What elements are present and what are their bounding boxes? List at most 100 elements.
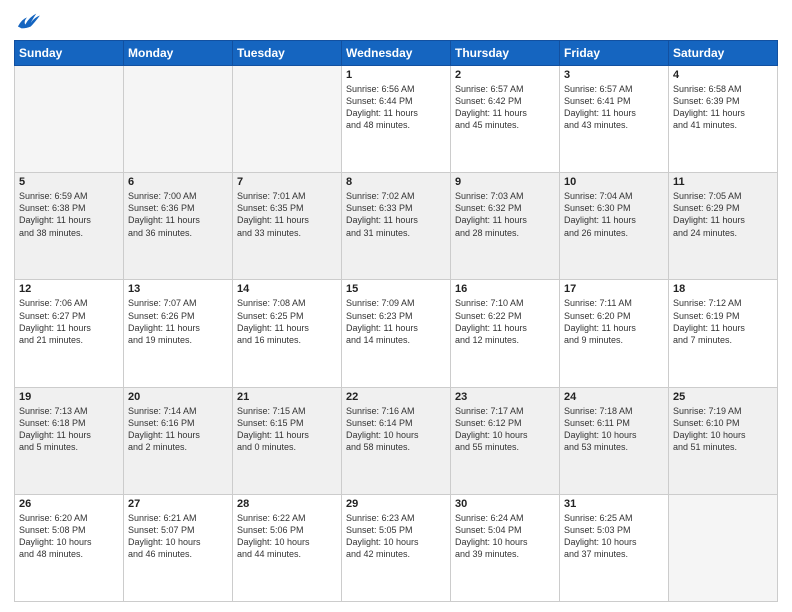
calendar-day-cell <box>669 494 778 601</box>
calendar-day-cell: 30Sunrise: 6:24 AMSunset: 5:04 PMDayligh… <box>451 494 560 601</box>
calendar-day-cell: 26Sunrise: 6:20 AMSunset: 5:08 PMDayligh… <box>15 494 124 601</box>
day-number: 19 <box>19 391 119 403</box>
day-number: 22 <box>346 391 446 403</box>
calendar-day-cell: 5 Sunrise: 6:59 AMSunset: 6:38 PMDaylight… <box>15 173 124 280</box>
calendar-day-cell: 3Sunrise: 6:57 AMSunset: 6:41 PMDaylight… <box>560 66 669 173</box>
day-info: Sunrise: 6:56 AMSunset: 6:44 PMDaylight:… <box>346 83 446 132</box>
calendar-day-cell: 4Sunrise: 6:58 AMSunset: 6:39 PMDaylight… <box>669 66 778 173</box>
calendar-day-cell: 17 Sunrise: 7:11 AMSunset: 6:20 PMDayligh… <box>560 280 669 387</box>
day-number: 9 <box>455 176 555 188</box>
calendar-header-row: SundayMondayTuesdayWednesdayThursdayFrid… <box>15 41 778 66</box>
day-number: 21 <box>237 391 337 403</box>
calendar-day-cell: 15Sunrise: 7:09 AMSunset: 6:23 PMDayligh… <box>342 280 451 387</box>
day-info: Sunrise: 6:23 AMSunset: 5:05 PMDaylight:… <box>346 512 446 561</box>
calendar-day-cell: 6 Sunrise: 7:00 AMSunset: 6:36 PMDaylight… <box>124 173 233 280</box>
calendar-day-header: Saturday <box>669 41 778 66</box>
day-info: Sunrise: 7:01 AMSunset: 6:35 PMDaylight:… <box>237 190 337 239</box>
day-info: Sunrise: 7:03 AMSunset: 6:32 PMDaylight:… <box>455 190 555 239</box>
calendar-day-cell: 22 Sunrise: 7:16 AMSunset: 6:14 PMDayligh… <box>342 387 451 494</box>
logo <box>14 10 46 32</box>
calendar-week-row: 5 Sunrise: 6:59 AMSunset: 6:38 PMDaylight… <box>15 173 778 280</box>
day-number: 11 <box>673 176 773 188</box>
day-info: Sunrise: 7:12 AMSunset: 6:19 PMDaylight:… <box>673 297 773 346</box>
day-info: Sunrise: 7:14 AMSunset: 6:16 PMDaylight:… <box>128 405 228 454</box>
calendar-week-row: 19 Sunrise: 7:13 AMSunset: 6:18 PMDayligh… <box>15 387 778 494</box>
day-info: Sunrise: 7:09 AMSunset: 6:23 PMDaylight:… <box>346 297 446 346</box>
calendar-day-cell: 14 Sunrise: 7:08 AMSunset: 6:25 PMDayligh… <box>233 280 342 387</box>
day-number: 18 <box>673 283 773 295</box>
calendar-day-cell: 28 Sunrise: 6:22 AMSunset: 5:06 PMDayligh… <box>233 494 342 601</box>
calendar-day-cell: 12 Sunrise: 7:06 AMSunset: 6:27 PMDayligh… <box>15 280 124 387</box>
calendar-day-cell: 20 Sunrise: 7:14 AMSunset: 6:16 PMDayligh… <box>124 387 233 494</box>
calendar-day-cell: 2 Sunrise: 6:57 AMSunset: 6:42 PMDaylight… <box>451 66 560 173</box>
day-number: 10 <box>564 176 664 188</box>
day-info: Sunrise: 7:15 AMSunset: 6:15 PMDaylight:… <box>237 405 337 454</box>
day-info: Sunrise: 7:18 AMSunset: 6:11 PMDaylight:… <box>564 405 664 454</box>
day-number: 26 <box>19 498 119 510</box>
day-info: Sunrise: 7:11 AMSunset: 6:20 PMDaylight:… <box>564 297 664 346</box>
day-info: Sunrise: 6:57 AMSunset: 6:42 PMDaylight:… <box>455 83 555 132</box>
day-number: 31 <box>564 498 664 510</box>
calendar-day-cell: 11 Sunrise: 7:05 AMSunset: 6:29 PMDayligh… <box>669 173 778 280</box>
day-number: 30 <box>455 498 555 510</box>
calendar-day-header: Thursday <box>451 41 560 66</box>
day-number: 6 <box>128 176 228 188</box>
calendar-day-cell: 16Sunrise: 7:10 AMSunset: 6:22 PMDayligh… <box>451 280 560 387</box>
day-info: Sunrise: 7:19 AMSunset: 6:10 PMDaylight:… <box>673 405 773 454</box>
day-info: Sunrise: 7:08 AMSunset: 6:25 PMDaylight:… <box>237 297 337 346</box>
calendar-day-header: Tuesday <box>233 41 342 66</box>
day-number: 27 <box>128 498 228 510</box>
calendar-day-cell <box>233 66 342 173</box>
day-info: Sunrise: 6:22 AMSunset: 5:06 PMDaylight:… <box>237 512 337 561</box>
day-number: 14 <box>237 283 337 295</box>
day-info: Sunrise: 7:07 AMSunset: 6:26 PMDaylight:… <box>128 297 228 346</box>
page: SundayMondayTuesdayWednesdayThursdayFrid… <box>0 0 792 612</box>
day-info: Sunrise: 7:10 AMSunset: 6:22 PMDaylight:… <box>455 297 555 346</box>
calendar-day-cell: 7Sunrise: 7:01 AMSunset: 6:35 PMDaylight… <box>233 173 342 280</box>
calendar-day-header: Wednesday <box>342 41 451 66</box>
calendar-day-header: Sunday <box>15 41 124 66</box>
day-number: 29 <box>346 498 446 510</box>
calendar-day-cell: 19 Sunrise: 7:13 AMSunset: 6:18 PMDayligh… <box>15 387 124 494</box>
calendar-week-row: 1Sunrise: 6:56 AMSunset: 6:44 PMDaylight… <box>15 66 778 173</box>
day-info: Sunrise: 7:17 AMSunset: 6:12 PMDaylight:… <box>455 405 555 454</box>
day-info: Sunrise: 6:59 AMSunset: 6:38 PMDaylight:… <box>19 190 119 239</box>
calendar-day-cell: 1Sunrise: 6:56 AMSunset: 6:44 PMDaylight… <box>342 66 451 173</box>
day-info: Sunrise: 7:13 AMSunset: 6:18 PMDaylight:… <box>19 405 119 454</box>
day-info: Sunrise: 6:21 AMSunset: 5:07 PMDaylight:… <box>128 512 228 561</box>
calendar-day-cell: 31 Sunrise: 6:25 AMSunset: 5:03 PMDayligh… <box>560 494 669 601</box>
calendar-day-cell <box>15 66 124 173</box>
day-info: Sunrise: 7:16 AMSunset: 6:14 PMDaylight:… <box>346 405 446 454</box>
day-number: 23 <box>455 391 555 403</box>
day-info: Sunrise: 7:00 AMSunset: 6:36 PMDaylight:… <box>128 190 228 239</box>
calendar-week-row: 26Sunrise: 6:20 AMSunset: 5:08 PMDayligh… <box>15 494 778 601</box>
calendar-day-cell: 21 Sunrise: 7:15 AMSunset: 6:15 PMDayligh… <box>233 387 342 494</box>
calendar-day-cell: 27 Sunrise: 6:21 AMSunset: 5:07 PMDayligh… <box>124 494 233 601</box>
day-info: Sunrise: 7:04 AMSunset: 6:30 PMDaylight:… <box>564 190 664 239</box>
day-number: 8 <box>346 176 446 188</box>
calendar-day-cell: 23 Sunrise: 7:17 AMSunset: 6:12 PMDayligh… <box>451 387 560 494</box>
day-number: 28 <box>237 498 337 510</box>
day-number: 17 <box>564 283 664 295</box>
calendar-day-cell: 10 Sunrise: 7:04 AMSunset: 6:30 PMDayligh… <box>560 173 669 280</box>
day-number: 20 <box>128 391 228 403</box>
logo-bird-icon <box>14 10 42 32</box>
calendar-day-header: Monday <box>124 41 233 66</box>
calendar-day-cell: 9 Sunrise: 7:03 AMSunset: 6:32 PMDaylight… <box>451 173 560 280</box>
day-info: Sunrise: 6:25 AMSunset: 5:03 PMDaylight:… <box>564 512 664 561</box>
calendar-day-cell: 25 Sunrise: 7:19 AMSunset: 6:10 PMDayligh… <box>669 387 778 494</box>
day-info: Sunrise: 7:06 AMSunset: 6:27 PMDaylight:… <box>19 297 119 346</box>
calendar-week-row: 12 Sunrise: 7:06 AMSunset: 6:27 PMDayligh… <box>15 280 778 387</box>
calendar-table: SundayMondayTuesdayWednesdayThursdayFrid… <box>14 40 778 602</box>
day-number: 13 <box>128 283 228 295</box>
calendar-day-header: Friday <box>560 41 669 66</box>
day-number: 12 <box>19 283 119 295</box>
day-number: 5 <box>19 176 119 188</box>
day-number: 2 <box>455 69 555 81</box>
day-number: 25 <box>673 391 773 403</box>
day-info: Sunrise: 7:02 AMSunset: 6:33 PMDaylight:… <box>346 190 446 239</box>
day-info: Sunrise: 7:05 AMSunset: 6:29 PMDaylight:… <box>673 190 773 239</box>
day-info: Sunrise: 6:58 AMSunset: 6:39 PMDaylight:… <box>673 83 773 132</box>
day-info: Sunrise: 6:57 AMSunset: 6:41 PMDaylight:… <box>564 83 664 132</box>
day-number: 24 <box>564 391 664 403</box>
